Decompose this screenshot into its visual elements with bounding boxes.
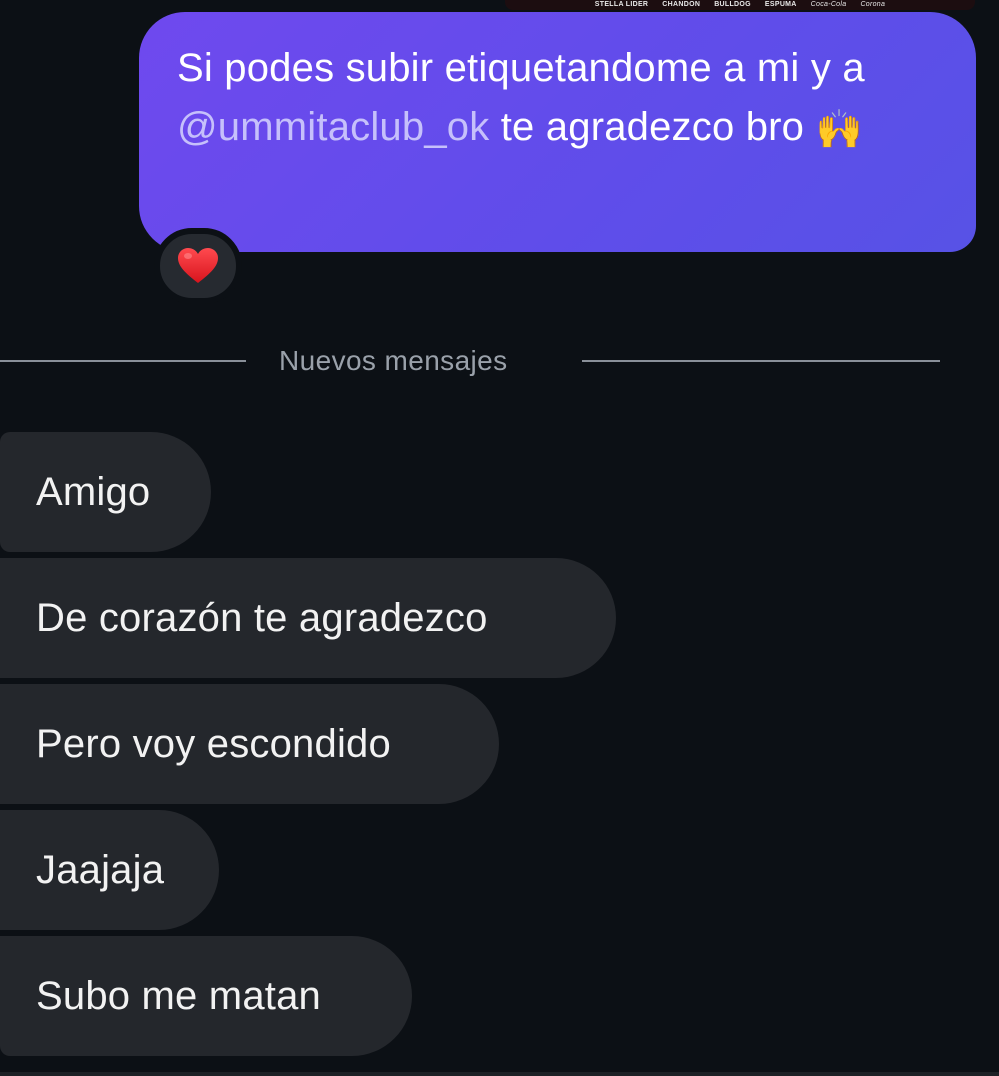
- new-messages-divider-label: Nuevos mensajes: [279, 345, 508, 376]
- message-text-continued: te agradezco bro: [489, 105, 816, 149]
- incoming-message-bubble[interactable]: Amigo: [0, 432, 211, 552]
- incoming-message-bubble[interactable]: De corazón te agradezco: [0, 558, 616, 678]
- sponsor-logo-corona: Corona: [860, 1, 886, 8]
- incoming-message-bubble[interactable]: Jaajaja: [0, 810, 219, 930]
- incoming-message-bubble[interactable]: Pero voy escondido: [0, 684, 499, 804]
- raising-hands-emoji: 🙌: [815, 109, 863, 151]
- incoming-message-bubble[interactable]: Subo me matan: [0, 936, 412, 1056]
- user-mention-link[interactable]: @ummitaclub_ok: [177, 105, 489, 149]
- sponsor-logo-espuma: ESPUMA: [764, 1, 797, 8]
- composer-edge: [0, 1072, 999, 1076]
- message-text: Si podes subir etiquetandome a mi y a: [177, 46, 865, 90]
- sponsor-logo-stella: STELLA LIDER: [594, 1, 649, 8]
- sponsor-logo-bulldog: BULLDOG: [714, 1, 751, 8]
- chat-screen: STELLA LIDER CHANDON BULLDOG ESPUMA Coca…: [0, 0, 999, 1076]
- sponsor-logo-chandon: CHANDON: [662, 1, 701, 8]
- divider-line-left: [0, 360, 246, 362]
- media-preview-strip[interactable]: STELLA LIDER CHANDON BULLDOG ESPUMA Coca…: [505, 0, 975, 10]
- outgoing-message-bubble[interactable]: Si podes subir etiquetandome a mi y a @u…: [139, 12, 976, 252]
- divider-line-right: [582, 360, 940, 362]
- message-reaction[interactable]: [154, 228, 242, 304]
- red-heart-icon: [178, 248, 218, 283]
- sponsor-logo-cocacola: Coca-Cola: [810, 1, 847, 8]
